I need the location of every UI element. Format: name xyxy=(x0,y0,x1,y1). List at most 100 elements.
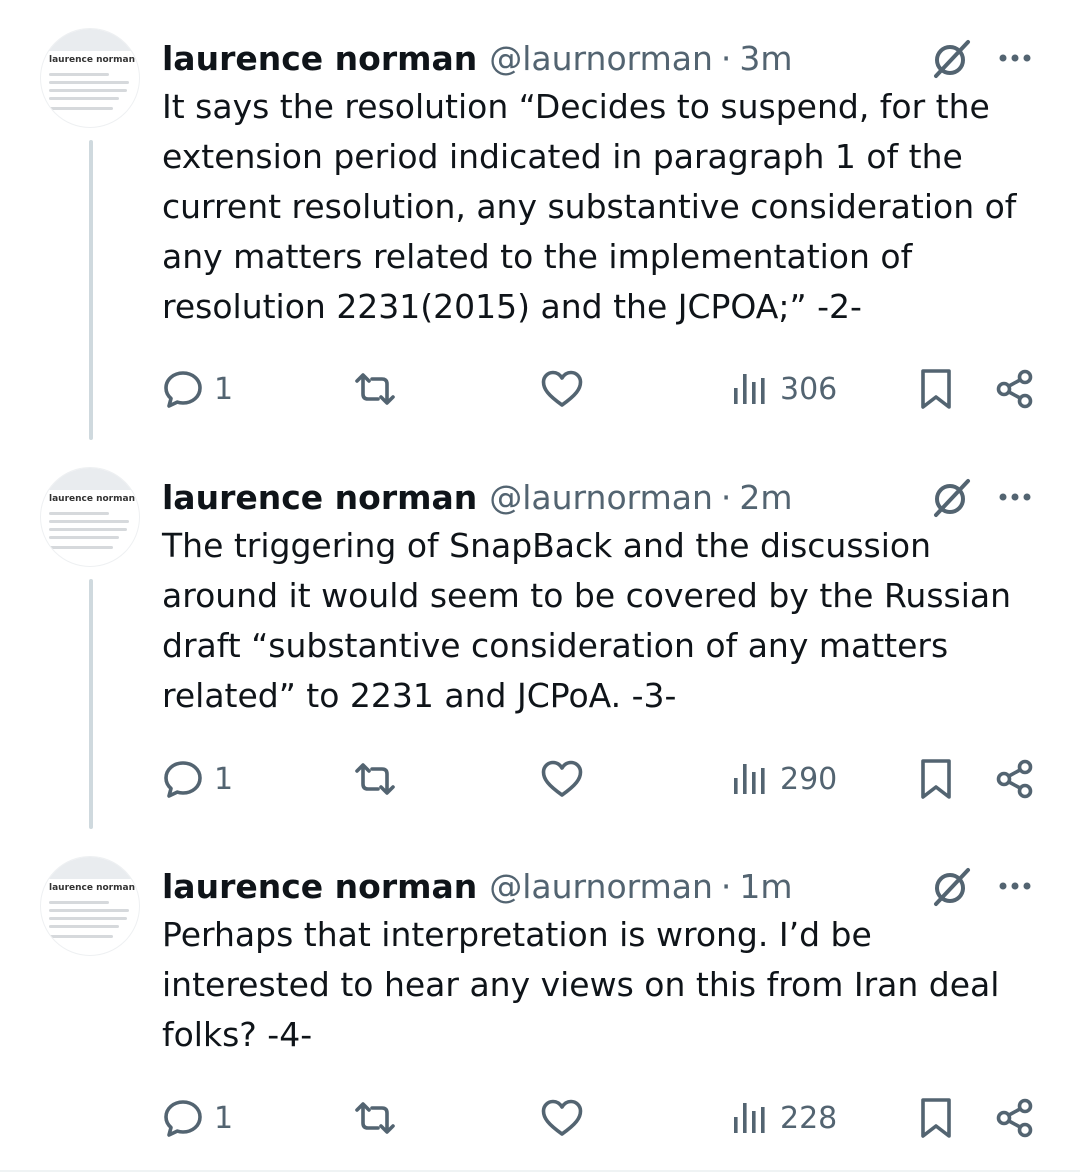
reply-icon xyxy=(164,761,202,798)
share-icon xyxy=(996,1098,1033,1138)
bookmark-icon xyxy=(921,759,951,799)
grok-icon[interactable] xyxy=(928,475,972,519)
user-handle[interactable]: @laurnorman xyxy=(489,867,713,906)
user-handle[interactable]: @laurnorman xyxy=(489,478,713,517)
user-handle[interactable]: @laurnorman xyxy=(489,39,713,78)
bookmark-button[interactable] xyxy=(916,754,956,804)
tweet-text: The triggering of SnapBack and the discu… xyxy=(162,526,1022,715)
avatar-preview-name: laurence norman xyxy=(49,883,139,893)
avatar-detail-line xyxy=(49,89,127,92)
tweet[interactable]: laurence norman laurence norman @laurnor… xyxy=(0,467,1080,847)
views-icon xyxy=(734,764,765,794)
avatar-detail-line xyxy=(49,528,127,531)
verified-badge-icon xyxy=(136,884,139,891)
reply-count: 1 xyxy=(214,761,234,797)
avatar-preview-name: laurence norman xyxy=(49,55,139,65)
share-button[interactable] xyxy=(994,1093,1036,1143)
tweet-text: It says the resolution “Decides to suspe… xyxy=(162,87,1027,326)
more-icon[interactable] xyxy=(995,46,1035,70)
views-count: 228 xyxy=(780,1100,838,1136)
tweet-actions: 1 290 xyxy=(0,754,1080,804)
reply-count: 1 xyxy=(214,371,234,407)
views-icon xyxy=(734,374,765,404)
tweet[interactable]: laurence norman laurence norman @laurnor… xyxy=(0,28,1080,440)
grok-icon[interactable] xyxy=(928,36,972,80)
tweet-header: laurence norman @laurnorman · 3m xyxy=(162,28,793,88)
tweet-actions: 1 306 xyxy=(0,364,1080,414)
verified-badge-icon xyxy=(136,495,139,502)
avatar-preview-name: laurence norman xyxy=(49,494,139,504)
bookmark-icon xyxy=(921,369,951,409)
bookmark-icon xyxy=(921,1098,951,1138)
tweet-header: laurence norman @laurnorman · 1m xyxy=(162,856,793,916)
more-icon[interactable] xyxy=(995,874,1035,898)
reply-count: 1 xyxy=(214,1100,234,1136)
like-button[interactable] xyxy=(540,754,584,804)
avatar-detail-line xyxy=(49,546,113,549)
retweet-icon xyxy=(355,763,395,795)
tweet[interactable]: laurence norman laurence norman @laurnor… xyxy=(0,856,1080,1156)
avatar-detail-line xyxy=(49,97,119,100)
more-icon[interactable] xyxy=(995,485,1035,509)
avatar-detail-line xyxy=(49,73,109,76)
views-button[interactable]: 306 xyxy=(730,364,837,414)
share-button[interactable] xyxy=(994,754,1036,804)
divider xyxy=(0,1170,1080,1172)
views-button[interactable]: 228 xyxy=(730,1093,837,1143)
verified-badge-icon xyxy=(136,56,139,63)
bookmark-button[interactable] xyxy=(916,1093,956,1143)
avatar-banner xyxy=(41,857,139,879)
avatar[interactable]: laurence norman xyxy=(40,467,140,567)
avatar-detail-line xyxy=(49,107,113,110)
avatar[interactable]: laurence norman xyxy=(40,856,140,956)
reply-button[interactable]: 1 xyxy=(162,1093,233,1143)
retweet-button[interactable] xyxy=(352,1093,398,1143)
avatar-banner xyxy=(41,29,139,51)
retweet-icon xyxy=(355,373,395,405)
avatar-detail-line xyxy=(49,520,129,523)
separator: · xyxy=(720,38,732,78)
views-count: 290 xyxy=(780,761,838,797)
tweet-actions: 1 228 xyxy=(0,1093,1080,1143)
display-name[interactable]: laurence norman xyxy=(162,39,477,78)
retweet-button[interactable] xyxy=(352,754,398,804)
share-icon xyxy=(996,759,1033,799)
like-button[interactable] xyxy=(540,1093,584,1143)
like-icon xyxy=(541,370,583,407)
reply-button[interactable]: 1 xyxy=(162,364,233,414)
avatar[interactable]: laurence norman xyxy=(40,28,140,128)
share-button[interactable] xyxy=(994,364,1036,414)
tweet-header: laurence norman @laurnorman · 2m xyxy=(162,467,793,527)
separator: · xyxy=(720,866,732,906)
reply-icon xyxy=(164,371,202,408)
avatar-detail-line xyxy=(49,917,127,920)
avatar-detail-line xyxy=(49,81,129,84)
reply-icon xyxy=(164,1100,202,1137)
retweet-icon xyxy=(355,1102,395,1134)
tweet-text: Perhaps that interpretation is wrong. I’… xyxy=(162,915,1010,1054)
avatar-banner xyxy=(41,468,139,490)
grok-icon[interactable] xyxy=(928,864,972,908)
views-button[interactable]: 290 xyxy=(730,754,837,804)
avatar-detail-line xyxy=(49,909,129,912)
timestamp[interactable]: 2m xyxy=(739,478,792,517)
bookmark-button[interactable] xyxy=(916,364,956,414)
timestamp[interactable]: 1m xyxy=(739,867,792,906)
avatar-detail-line xyxy=(49,536,119,539)
like-button[interactable] xyxy=(540,364,584,414)
avatar-detail-line xyxy=(49,901,109,904)
share-icon xyxy=(996,369,1033,409)
like-icon xyxy=(541,1099,583,1136)
views-icon xyxy=(734,1103,765,1133)
separator: · xyxy=(720,477,732,517)
avatar-detail-line xyxy=(49,925,119,928)
views-count: 306 xyxy=(780,371,838,407)
retweet-button[interactable] xyxy=(352,364,398,414)
display-name[interactable]: laurence norman xyxy=(162,478,477,517)
reply-button[interactable]: 1 xyxy=(162,754,233,804)
avatar-detail-line xyxy=(49,512,109,515)
timestamp[interactable]: 3m xyxy=(739,39,792,78)
avatar-detail-line xyxy=(49,935,113,938)
like-icon xyxy=(541,760,583,797)
display-name[interactable]: laurence norman xyxy=(162,867,477,906)
